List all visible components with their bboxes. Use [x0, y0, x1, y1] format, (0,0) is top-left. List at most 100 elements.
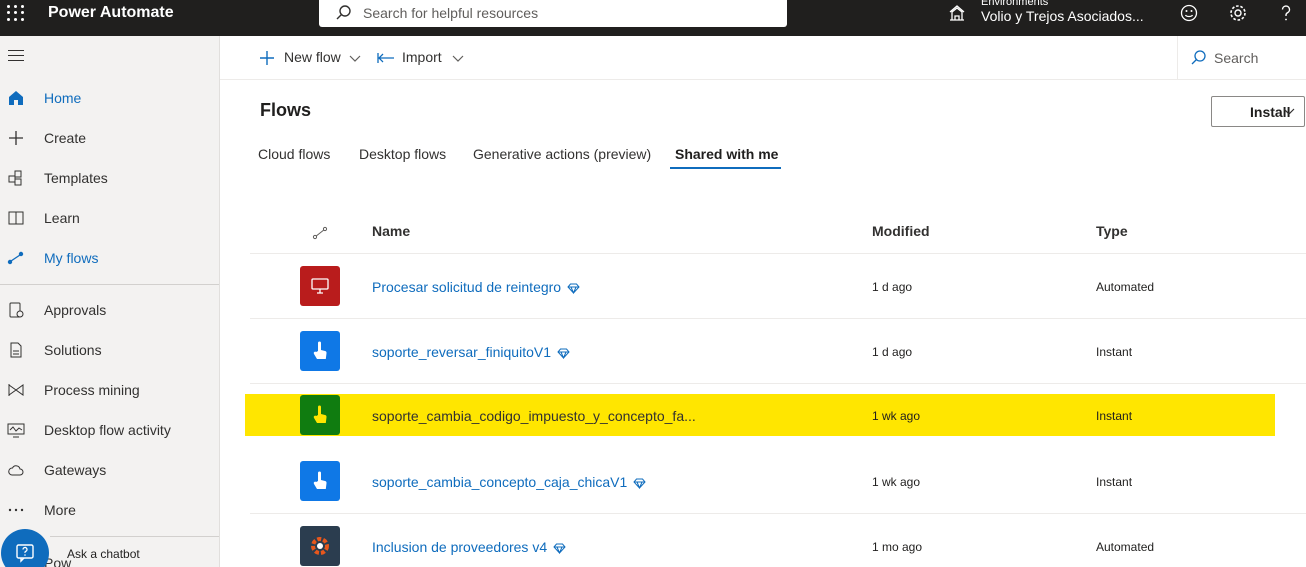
app-name[interactable]: Power Automate — [48, 4, 174, 22]
column-header-type[interactable]: Type — [1096, 223, 1128, 239]
nav-label: Process mining — [44, 382, 140, 398]
nav-item-gateways[interactable]: Gateways — [0, 450, 219, 490]
nav-item-home[interactable]: Home — [0, 78, 219, 118]
smiley-icon[interactable] — [1179, 3, 1199, 23]
tab-desktop-flows[interactable]: Desktop flows — [359, 146, 446, 162]
touch-icon — [300, 461, 340, 501]
approvals-icon — [9, 302, 24, 318]
nav-item-my-flows[interactable]: My flows — [0, 238, 219, 278]
nav-item-desktop-flow-activity[interactable]: Desktop flow activity — [0, 410, 219, 450]
import-icon — [377, 53, 394, 63]
premium-diamond-icon — [633, 478, 646, 489]
main-content: Flows Install Cloud flows Desktop flows … — [220, 80, 1306, 567]
flow-name-link[interactable]: soporte_cambia_concepto_caja_chicaV1 — [372, 474, 646, 490]
premium-diamond-icon — [553, 543, 566, 554]
environment-name[interactable]: Volio y Trejos Asociados... — [981, 8, 1144, 24]
chevron-down-icon[interactable] — [452, 53, 464, 63]
flow-type: Automated — [1096, 540, 1155, 554]
tab-generative-actions[interactable]: Generative actions (preview) — [473, 146, 651, 162]
nav-item-solutions[interactable]: Solutions — [0, 330, 219, 370]
nav-divider — [0, 284, 219, 285]
nav-label: Home — [44, 90, 82, 106]
chevron-down-icon — [1283, 108, 1295, 115]
nav-label: Templates — [44, 170, 108, 186]
flow-search-label: Search — [1214, 50, 1259, 66]
nav-item-approvals[interactable]: Approvals — [0, 290, 219, 330]
nav-label: Learn — [44, 210, 80, 226]
nav-label: Gateways — [44, 462, 107, 478]
nav-label: Approvals — [44, 302, 107, 318]
nav-divider — [50, 536, 219, 537]
environment-label: Environments — [981, 0, 1049, 8]
nav-item-create[interactable]: Create — [0, 118, 219, 158]
premium-diamond-icon — [557, 348, 570, 359]
install-button[interactable]: Install — [1211, 96, 1305, 127]
flow-name-link[interactable]: soporte_reversar_finiquitoV1 — [372, 344, 570, 360]
cloud-icon — [8, 465, 24, 476]
nav-item-more[interactable]: More — [0, 490, 219, 530]
flow-modified: 1 wk ago — [872, 475, 921, 489]
nav-label: Desktop flow activity — [44, 422, 171, 438]
tab-cloud-flows[interactable]: Cloud flows — [258, 146, 330, 162]
flow-type: Instant — [1096, 345, 1133, 359]
nav-item-learn[interactable]: Learn — [0, 198, 219, 238]
chatbot-label: Ask a chatbot — [67, 547, 140, 561]
touch-icon — [300, 331, 340, 371]
nav-label: Solutions — [44, 342, 102, 358]
flow-modified: 1 d ago — [872, 280, 913, 294]
nav-label: Create — [44, 130, 87, 146]
tab-shared-with-me[interactable]: Shared with me — [675, 146, 778, 162]
flow-type-column-icon[interactable] — [312, 225, 328, 241]
nav-item-templates[interactable]: Templates — [0, 158, 219, 198]
column-header-name[interactable]: Name — [372, 223, 410, 239]
page-title: Flows — [260, 100, 312, 120]
process-mining-icon — [8, 384, 24, 396]
home-icon — [9, 91, 23, 105]
global-search-placeholder: Search for helpful resources — [363, 5, 539, 21]
templates-icon — [8, 170, 22, 186]
global-search-box[interactable]: Search for helpful resources — [319, 0, 787, 27]
table-row[interactable]: Inclusion de proveedores v4 1 mo ago Aut… — [250, 514, 1306, 567]
waffle-icon[interactable] — [6, 4, 24, 22]
flow-modified: 1 mo ago — [872, 540, 923, 554]
table-row[interactable]: soporte_reversar_finiquitoV1 1 d ago Ins… — [250, 319, 1306, 384]
active-tab-indicator — [670, 167, 781, 169]
flow-name-link[interactable]: soporte_cambia_codigo_impuesto_y_concept… — [372, 408, 696, 424]
monitor-icon — [7, 423, 25, 438]
sql-icon — [300, 266, 340, 306]
flow-modified: 1 wk ago — [872, 409, 921, 423]
nav-item-process-mining[interactable]: Process mining — [0, 370, 219, 410]
gear-icon[interactable] — [1228, 3, 1248, 23]
solutions-icon — [10, 342, 22, 358]
environment-icon[interactable] — [947, 3, 967, 23]
flow-name-link[interactable]: Procesar solicitud de reintegro — [372, 279, 580, 295]
command-bar: New flow Import Search — [220, 36, 1306, 80]
plus-icon — [9, 131, 23, 145]
flow-search-box[interactable]: Search — [1177, 36, 1306, 80]
flow-modified: 1 d ago — [872, 345, 913, 359]
flow-name-link[interactable]: Inclusion de proveedores v4 — [372, 539, 566, 555]
flow-type: Automated — [1096, 280, 1155, 294]
nav-label: More — [44, 502, 76, 518]
book-icon — [8, 211, 24, 225]
more-icon — [8, 508, 24, 512]
table-row-highlighted[interactable]: soporte_cambia_codigo_impuesto_y_concept… — [245, 394, 1275, 436]
import-button[interactable]: Import — [402, 49, 442, 65]
flows-icon — [7, 251, 24, 265]
flow-type: Instant — [1096, 475, 1133, 489]
help-icon[interactable] — [1276, 3, 1296, 23]
chatbot-icon — [16, 544, 34, 563]
left-navigation: Home Create Templates Learn My flows App… — [0, 36, 220, 567]
flow-type: Instant — [1096, 409, 1133, 423]
plus-icon — [260, 51, 274, 65]
nav-label: My flows — [44, 250, 99, 266]
search-icon — [336, 5, 351, 20]
table-row[interactable]: soporte_cambia_concepto_caja_chicaV1 1 w… — [250, 449, 1306, 514]
chatbot-button[interactable] — [1, 529, 49, 567]
chevron-down-icon[interactable] — [349, 53, 361, 63]
table-row[interactable]: Procesar solicitud de reintegro 1 d ago … — [250, 254, 1306, 319]
top-bar: Power Automate Search for helpful resour… — [0, 0, 1306, 36]
new-flow-button[interactable]: New flow — [284, 49, 341, 65]
hamburger-menu-icon[interactable] — [8, 50, 24, 62]
column-header-modified[interactable]: Modified — [872, 223, 930, 239]
